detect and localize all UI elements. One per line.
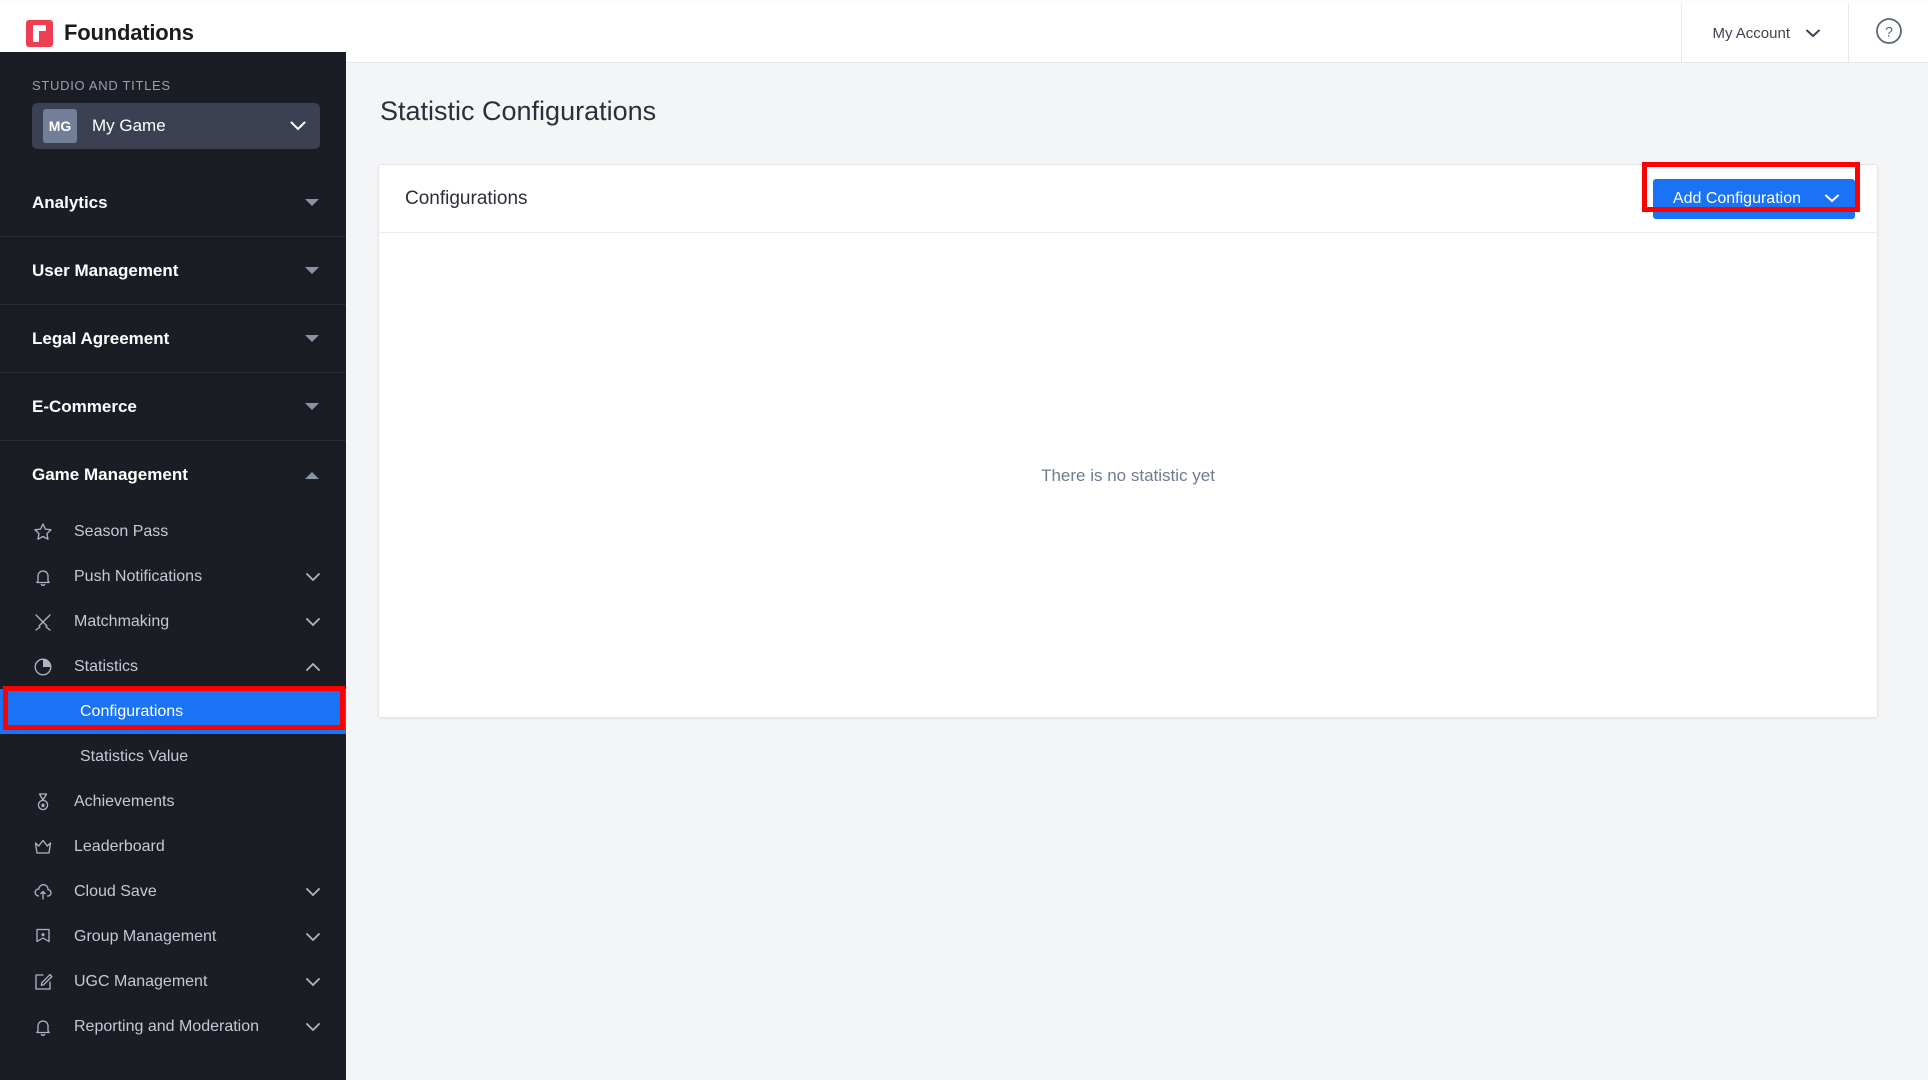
edit-square-icon: [32, 971, 54, 993]
chevron-down-icon: [1825, 194, 1839, 203]
pie-chart-icon: [32, 656, 54, 678]
card-title: Configurations: [405, 187, 528, 209]
sidebar-item-matchmaking[interactable]: Matchmaking: [0, 599, 346, 644]
chevron-down-icon: [306, 932, 320, 941]
star-icon: [32, 521, 54, 543]
configurations-card: Configurations Add Configuration There i…: [378, 164, 1878, 718]
sidebar-item-cloud-save[interactable]: Cloud Save: [0, 869, 346, 914]
sidebar-item-label: Leaderboard: [74, 837, 165, 855]
main-content: Statistic Configurations Configurations …: [346, 63, 1928, 1080]
sidebar-item-label: Season Pass: [74, 522, 169, 540]
header-actions: My Account ?: [1681, 3, 1928, 63]
sidebar-section-label: E-Commerce: [32, 396, 137, 416]
foundations-logo-icon: [26, 19, 53, 47]
add-configuration-label: Add Configuration: [1672, 189, 1801, 207]
sidebar-section-label: Analytics: [32, 192, 108, 212]
my-account-label: My Account: [1712, 24, 1790, 42]
chevron-down-icon: [306, 887, 320, 896]
studio-section-label: STUDIO AND TITLES: [32, 78, 171, 93]
sidebar-section-label: Legal Agreement: [32, 328, 170, 348]
sidebar-section-e-commerce[interactable]: E-Commerce: [0, 373, 346, 441]
sidebar-item-label: Achievements: [74, 792, 175, 810]
chevron-up-icon: [304, 471, 320, 480]
bell-icon: [32, 1016, 54, 1038]
studio-selector[interactable]: MG My Game: [32, 103, 320, 149]
sidebar-item-leaderboard[interactable]: Leaderboard: [0, 824, 346, 869]
my-account-menu[interactable]: My Account: [1681, 3, 1848, 63]
sidebar-item-label: UGC Management: [74, 972, 208, 990]
help-circle-icon: ?: [1875, 17, 1903, 50]
card-header: Configurations Add Configuration: [379, 165, 1877, 233]
sidebar-item-statistics[interactable]: Statistics: [0, 644, 346, 689]
chevron-down-icon: [306, 977, 320, 986]
chevron-down-icon: [1806, 29, 1820, 38]
chevron-down-icon: [304, 198, 320, 207]
sidebar-item-statistics-value[interactable]: Statistics Value: [0, 734, 346, 779]
sidebar-item-label: Statistics: [74, 657, 139, 675]
crown-icon: [32, 836, 54, 858]
sidebar-item-label: Group Management: [74, 927, 217, 945]
sidebar-subitem-label: Configurations: [80, 702, 184, 720]
sidebar-nav: Analytics User Management Legal Agreemen…: [0, 169, 346, 1049]
empty-state-text: There is no statistic yet: [1041, 465, 1215, 485]
studio-avatar: MG: [43, 109, 77, 143]
app-root: Foundations My Account ? STUDIO AND TITL: [0, 0, 1928, 1080]
sidebar-section-analytics[interactable]: Analytics: [0, 169, 346, 237]
sidebar-item-label: Reporting and Moderation: [74, 1017, 260, 1035]
chevron-up-icon: [306, 662, 320, 671]
chevron-down-icon: [304, 266, 320, 275]
chevron-down-icon: [304, 402, 320, 411]
brand-name: Foundations: [64, 20, 194, 45]
sidebar-section-game-management[interactable]: Game Management: [0, 441, 346, 509]
chevron-down-icon: [306, 1022, 320, 1031]
sidebar-section-label: User Management: [32, 260, 179, 280]
medal-icon: [32, 791, 54, 813]
sidebar: STUDIO AND TITLES MG My Game Analytics U…: [0, 52, 346, 1080]
sidebar-item-label: Cloud Save: [74, 882, 157, 900]
sidebar-item-push-notifications[interactable]: Push Notifications: [0, 554, 346, 599]
page-title: Statistic Configurations: [380, 96, 657, 126]
sidebar-item-label: Push Notifications: [74, 567, 203, 585]
studio-name: My Game: [92, 116, 166, 135]
bell-icon: [32, 566, 54, 588]
card-body: There is no statistic yet: [379, 233, 1877, 718]
sidebar-section-legal-agreement[interactable]: Legal Agreement: [0, 305, 346, 373]
sidebar-item-ugc-management[interactable]: UGC Management: [0, 959, 346, 1004]
cloud-upload-icon: [32, 881, 54, 903]
svg-text:?: ?: [1885, 23, 1893, 39]
sidebar-subitem-label: Statistics Value: [80, 747, 189, 765]
banner-icon: [32, 926, 54, 948]
sidebar-item-group-management[interactable]: Group Management: [0, 914, 346, 959]
sidebar-item-achievements[interactable]: Achievements: [0, 779, 346, 824]
sidebar-item-label: Matchmaking: [74, 612, 170, 630]
sidebar-item-configurations[interactable]: Configurations: [0, 689, 346, 734]
chevron-down-icon: [306, 617, 320, 626]
sidebar-item-season-pass[interactable]: Season Pass: [0, 509, 346, 554]
help-button[interactable]: ?: [1848, 3, 1928, 63]
brand-logo[interactable]: Foundations: [0, 19, 194, 47]
chevron-down-icon: [290, 121, 306, 131]
chevron-down-icon: [306, 572, 320, 581]
chevron-down-icon: [304, 334, 320, 343]
sidebar-item-reporting-and-moderation[interactable]: Reporting and Moderation: [0, 1004, 346, 1049]
add-configuration-button[interactable]: Add Configuration: [1652, 178, 1855, 219]
sidebar-section-user-management[interactable]: User Management: [0, 237, 346, 305]
crossed-swords-icon: [32, 611, 54, 633]
sidebar-section-label: Game Management: [32, 465, 188, 484]
